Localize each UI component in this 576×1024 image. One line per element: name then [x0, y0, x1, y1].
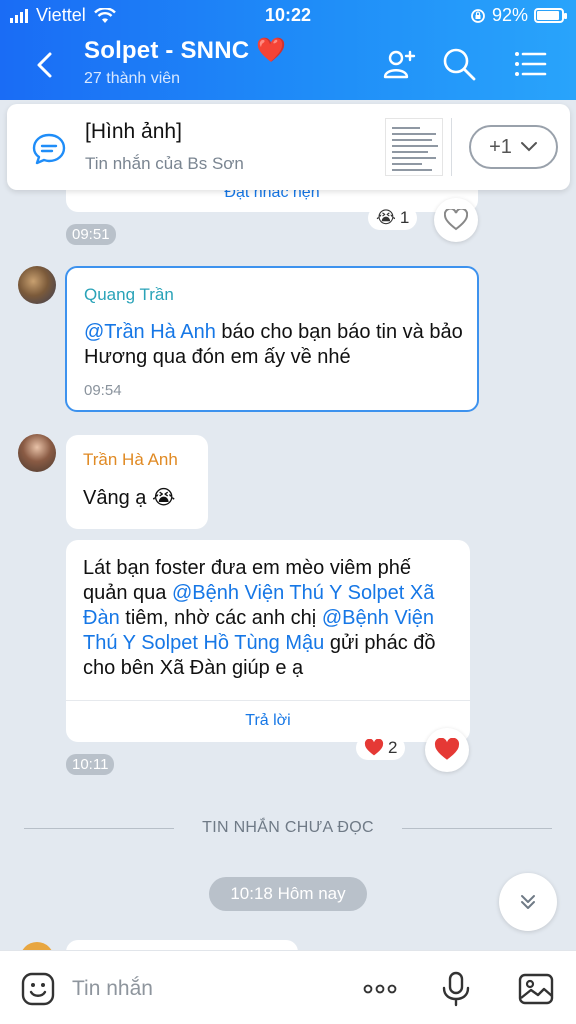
search-icon[interactable]: [441, 46, 477, 82]
react-heart-button[interactable]: [425, 728, 469, 772]
message-text: Vâng ạ 😭: [83, 487, 176, 509]
more-pinned-button[interactable]: +1: [469, 125, 558, 169]
divider: [66, 700, 470, 701]
unread-divider-label: TIN NHẮN CHƯA ĐỌC: [202, 819, 374, 836]
message-time: 09:54: [84, 382, 122, 399]
reaction-count: 2: [388, 738, 398, 757]
battery-percent: 92%: [491, 5, 528, 25]
member-count[interactable]: 27 thành viên: [84, 70, 180, 88]
message-text: Lát bạn foster đưa em mèo viêm phế quản …: [83, 557, 436, 679]
reply-button[interactable]: Trả lời: [66, 712, 470, 730]
date-separator: 10:18 Hôm nay: [209, 877, 367, 911]
message-timestamp: 09:51: [66, 224, 116, 245]
heart-icon: [364, 739, 384, 756]
chat-header: Solpet - SNNC ❤️ 27 thành viên: [0, 32, 576, 100]
message-bubble-quang[interactable]: Quang Trần @Trần Hà Anh báo cho bạn báo …: [65, 266, 479, 412]
chat-bubble-icon: [32, 133, 66, 165]
message-input-bar: Tin nhắn: [0, 950, 576, 1024]
microphone-icon[interactable]: [438, 971, 474, 1007]
message-text: @Trần Hà Anh báo cho bạn báo tin và bảo …: [84, 321, 463, 368]
add-member-icon[interactable]: [382, 46, 418, 82]
message-bubble-hanh-1[interactable]: Trần Hà Anh Vâng ạ 😭: [66, 435, 208, 529]
pinned-title: [Hình ảnh]: [85, 120, 182, 143]
message-input[interactable]: Tin nhắn: [72, 977, 153, 1001]
pinned-message[interactable]: [Hình ảnh] Tin nhắn của Bs Sơn +1: [7, 104, 570, 190]
avatar-quang[interactable]: [18, 266, 56, 304]
menu-icon[interactable]: [512, 46, 548, 82]
battery-icon: [534, 8, 567, 23]
sender-name: Trần Hà Anh: [83, 450, 178, 469]
pinned-subtitle: Tin nhắn của Bs Sơn: [85, 154, 244, 173]
image-icon[interactable]: [518, 971, 554, 1007]
reaction-count: 1: [399, 208, 410, 227]
back-icon[interactable]: [28, 48, 62, 82]
heart-icon: [434, 738, 460, 760]
message-bubble-hanh-2[interactable]: Lát bạn foster đưa em mèo viêm phế quản …: [66, 540, 470, 742]
mention-link[interactable]: @Trần Hà Anh: [84, 321, 216, 343]
group-title[interactable]: Solpet - SNNC ❤️: [84, 36, 286, 65]
scroll-to-bottom-button[interactable]: [499, 873, 557, 931]
status-bar: Viettel 10:22 92%: [0, 0, 576, 32]
avatar-hanh[interactable]: [18, 434, 56, 472]
divider: [451, 118, 452, 176]
reaction-summary[interactable]: 😭 1: [368, 206, 418, 230]
more-options-icon[interactable]: [362, 971, 398, 1007]
sender-name: Quang Trần: [84, 285, 174, 304]
top-bar: Viettel 10:22 92% Solpet - SNNC ❤️ 27 th…: [0, 0, 576, 100]
rotation-lock-icon: [471, 8, 485, 23]
more-count: +1: [489, 135, 512, 158]
chevron-down-icon: [520, 142, 537, 152]
message-timestamp: 10:11: [66, 754, 115, 775]
reaction-summary[interactable]: 2: [356, 736, 406, 760]
sticker-icon[interactable]: [20, 971, 56, 1007]
pinned-image-thumbnail[interactable]: [385, 118, 443, 176]
crying-emoji-icon: 😭: [376, 208, 396, 227]
heart-outline-icon: [444, 209, 468, 231]
double-chevron-down-icon: [521, 895, 535, 909]
react-heart-button[interactable]: [434, 198, 478, 242]
